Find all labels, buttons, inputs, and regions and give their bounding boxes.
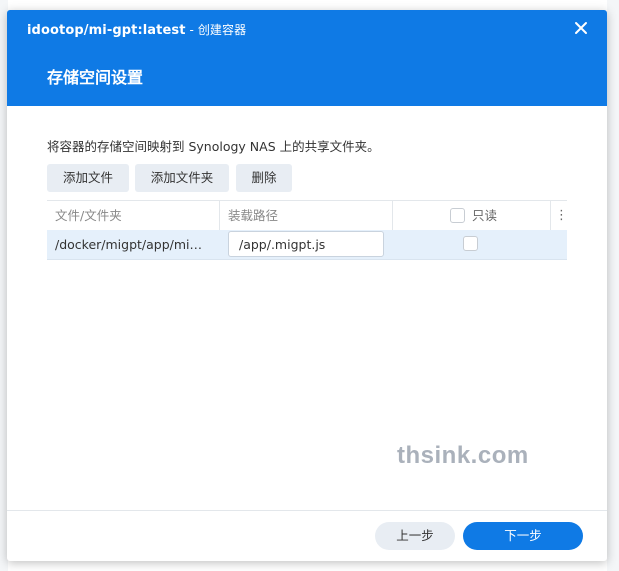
watermark: thsink.com bbox=[397, 442, 529, 469]
column-header-read-only: 只读 bbox=[472, 208, 498, 223]
next-step-button[interactable]: 下一步 bbox=[463, 522, 583, 550]
dialog-header: idootop/mi-gpt:latest - 创建容器 存储空间设置 bbox=[7, 10, 607, 106]
window-title-text: idootop/mi-gpt:latest bbox=[27, 23, 186, 38]
create-container-dialog: idootop/mi-gpt:latest - 创建容器 存储空间设置 将容器的… bbox=[7, 10, 607, 561]
column-header-mount-path[interactable]: 装载路径 bbox=[228, 201, 278, 230]
read-only-select-all-checkbox[interactable] bbox=[450, 208, 465, 223]
background-app-right bbox=[607, 0, 619, 571]
close-icon-glyph bbox=[575, 22, 587, 34]
column-divider[interactable] bbox=[550, 201, 551, 230]
column-divider[interactable] bbox=[392, 201, 393, 230]
footer-divider bbox=[7, 510, 607, 511]
table-header: 文件/文件夹 装载路径 只读 ⋮ bbox=[47, 200, 568, 231]
column-options-icon[interactable]: ⋮ bbox=[555, 201, 568, 230]
delete-button[interactable]: 删除 bbox=[236, 164, 292, 192]
mount-path-input[interactable] bbox=[228, 231, 384, 257]
add-file-button[interactable]: 添加文件 bbox=[47, 164, 129, 192]
window-title-suffix: - 创建容器 bbox=[185, 23, 247, 37]
step-title: 存储空间设置 bbox=[47, 68, 144, 87]
step-description: 将容器的存储空间映射到 Synology NAS 上的共享文件夹。 bbox=[47, 139, 380, 154]
row-file-folder: /docker/migpt/app/mi… bbox=[55, 237, 203, 252]
column-header-file-folder[interactable]: 文件/文件夹 bbox=[55, 201, 122, 230]
window-title: idootop/mi-gpt:latest - 创建容器 bbox=[27, 21, 246, 38]
read-only-checkbox[interactable] bbox=[463, 236, 478, 251]
close-icon[interactable] bbox=[573, 21, 589, 37]
previous-step-button[interactable]: 上一步 bbox=[375, 522, 455, 550]
table-row[interactable]: /docker/migpt/app/mi… bbox=[47, 230, 567, 260]
column-divider[interactable] bbox=[219, 201, 220, 230]
add-folder-button[interactable]: 添加文件夹 bbox=[135, 164, 229, 192]
